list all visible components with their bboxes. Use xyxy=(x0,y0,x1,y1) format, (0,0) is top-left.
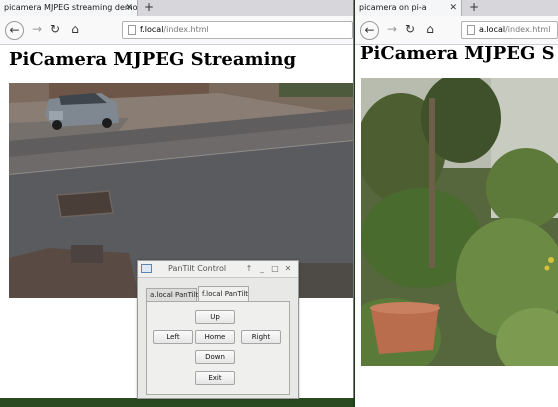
tab-f-local-pantilt[interactable]: f.local PanTilt xyxy=(198,286,249,302)
tab-close-icon[interactable]: ✕ xyxy=(125,0,133,16)
url-host: a.local xyxy=(479,25,506,34)
forward-icon[interactable]: → xyxy=(28,20,46,38)
url-path: /index.html xyxy=(505,25,551,34)
back-icon[interactable]: ← xyxy=(5,21,24,40)
right-button[interactable]: Right xyxy=(241,330,281,344)
page-title: PiCamera MJPEG Streaming xyxy=(9,49,297,70)
url-bar[interactable]: f.local/index.html xyxy=(122,21,353,39)
browser-tab[interactable]: picamera on pi-a ✕ xyxy=(355,0,462,16)
tab-title: picamera on pi-a xyxy=(359,3,427,12)
nav-bar: ← → ↻ ⌂ a.local/index.html xyxy=(355,16,558,45)
new-tab-button[interactable]: + xyxy=(142,0,156,16)
home-button[interactable]: Home xyxy=(195,330,235,344)
tab-a-local-pantilt[interactable]: a.local PanTilt xyxy=(146,288,198,301)
up-button[interactable]: Up xyxy=(195,310,235,324)
tab-strip: picamera MJPEG streaming demo ✕ + xyxy=(0,0,353,16)
tab-title: picamera MJPEG streaming demo xyxy=(4,3,138,12)
forward-icon[interactable]: → xyxy=(383,20,401,38)
nav-bar: ← → ↻ ⌂ f.local/index.html xyxy=(0,16,353,45)
garden-scene-image xyxy=(361,78,558,366)
desktop-background xyxy=(0,398,353,407)
back-icon[interactable]: ← xyxy=(360,21,379,40)
dialog-title: PanTilt Control xyxy=(168,264,227,273)
page-info-icon[interactable] xyxy=(467,25,475,35)
page-info-icon[interactable] xyxy=(128,25,136,35)
pantilt-dialog: PanTilt Control ↑ _ □ ✕ a.local PanTilt … xyxy=(137,260,299,399)
new-tab-button[interactable]: + xyxy=(467,0,481,16)
left-button[interactable]: Left xyxy=(153,330,193,344)
browser-window-right: picamera on pi-a ✕ + ← → ↻ ⌂ a.local/ind… xyxy=(355,0,558,407)
reload-icon[interactable]: ↻ xyxy=(401,20,419,38)
home-icon[interactable]: ⌂ xyxy=(66,20,84,38)
exit-button[interactable]: Exit xyxy=(195,371,235,385)
dialog-titlebar[interactable]: PanTilt Control ↑ _ □ ✕ xyxy=(138,261,298,278)
keep-above-icon[interactable]: ↑ xyxy=(244,261,254,277)
down-button[interactable]: Down xyxy=(195,350,235,364)
page-title: PiCamera MJPEG S xyxy=(360,43,555,64)
reload-icon[interactable]: ↻ xyxy=(46,20,64,38)
close-icon[interactable]: ✕ xyxy=(283,261,293,277)
tab-strip: picamera on pi-a ✕ + xyxy=(355,0,558,16)
maximize-icon[interactable]: □ xyxy=(270,261,280,277)
browser-tab[interactable]: picamera MJPEG streaming demo ✕ xyxy=(0,0,138,16)
minimize-icon[interactable]: _ xyxy=(257,261,267,277)
url-bar[interactable]: a.local/index.html xyxy=(461,21,558,39)
pantilt-panel: Up Left Home Right Down Exit xyxy=(146,301,290,395)
window-icon xyxy=(141,264,152,273)
url-host: f.local xyxy=(140,25,164,34)
camera-stream-image xyxy=(361,78,558,366)
url-path: /index.html xyxy=(163,25,209,34)
tab-close-icon[interactable]: ✕ xyxy=(449,0,457,16)
home-icon[interactable]: ⌂ xyxy=(421,20,439,38)
